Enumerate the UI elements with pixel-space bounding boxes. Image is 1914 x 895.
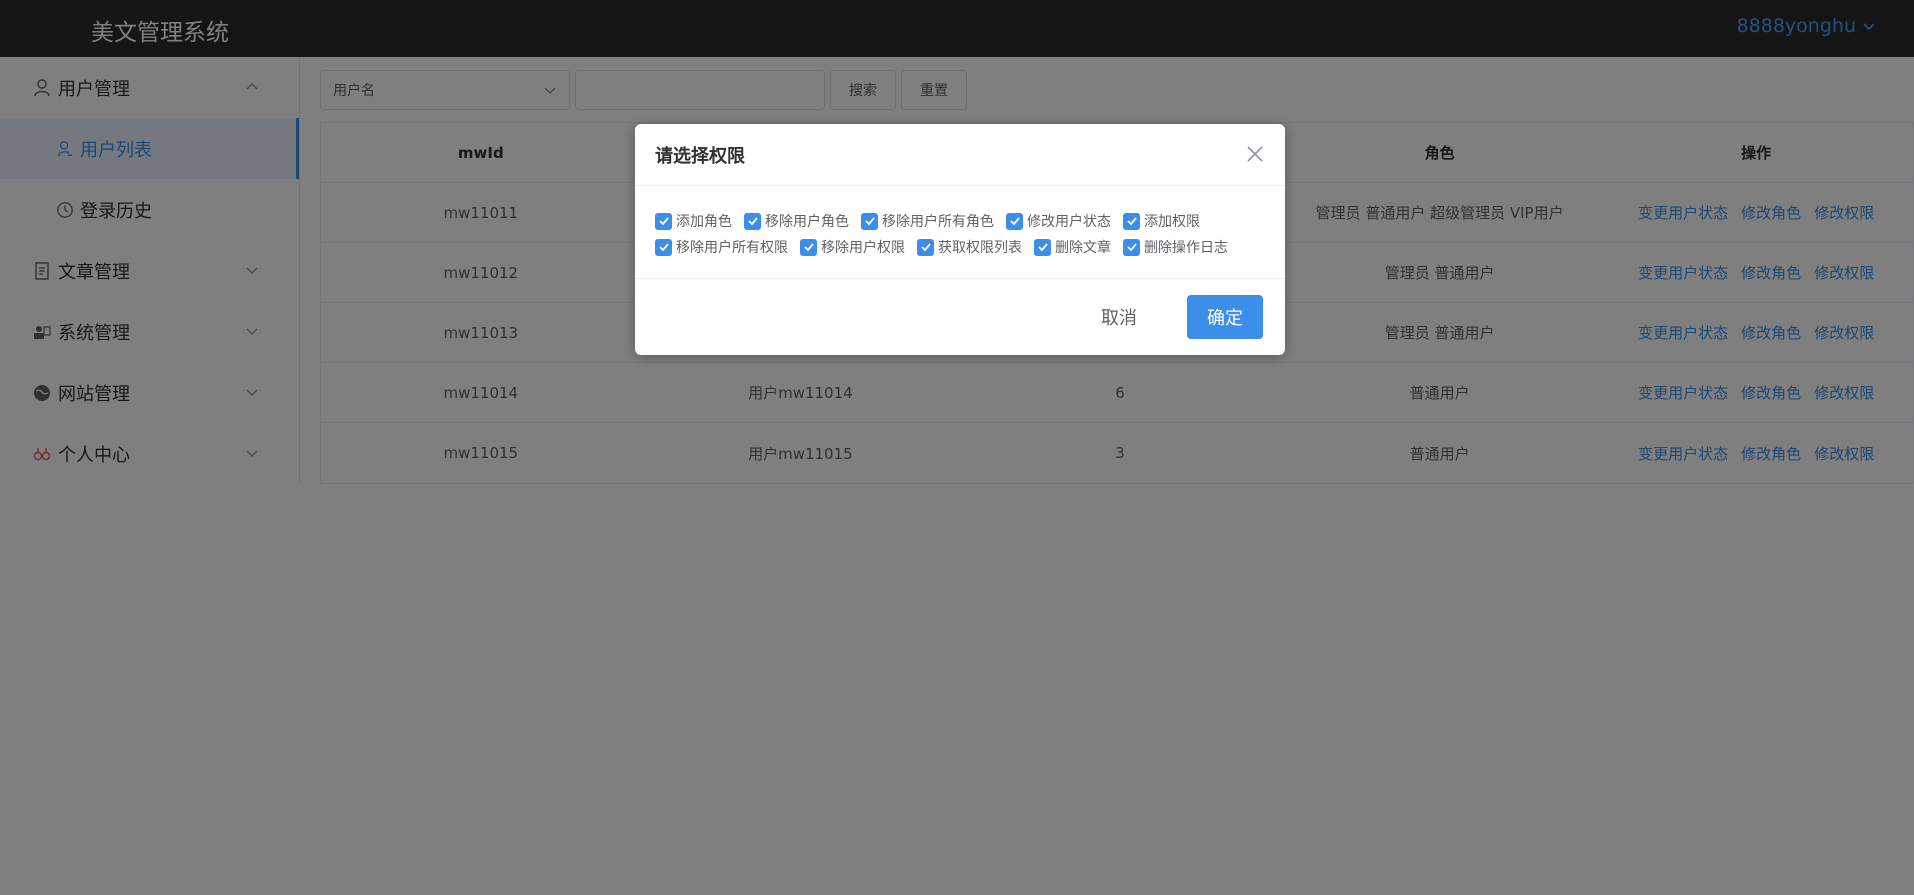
checkbox-checked-icon[interactable] bbox=[655, 212, 672, 230]
permission-checkbox[interactable]: 删除文章 bbox=[1034, 237, 1111, 257]
permission-checkbox[interactable]: 移除用户所有角色 bbox=[861, 211, 994, 231]
checkbox-checked-icon[interactable] bbox=[800, 238, 817, 256]
checkbox-checked-icon[interactable] bbox=[861, 212, 878, 230]
checkbox-checked-icon[interactable] bbox=[1123, 238, 1140, 256]
permission-checkbox[interactable]: 获取权限列表 bbox=[917, 237, 1022, 257]
dialog-header: 请选择权限 bbox=[635, 124, 1285, 186]
permission-label: 移除用户所有权限 bbox=[676, 240, 788, 256]
checkbox-checked-icon[interactable] bbox=[744, 212, 761, 230]
permission-label: 移除用户权限 bbox=[821, 240, 905, 256]
checkbox-checked-icon[interactable] bbox=[1123, 212, 1140, 230]
permission-checkbox[interactable]: 添加角色 bbox=[655, 211, 732, 231]
permission-list: 添加角色 移除用户角色 移除用户所有角色 修改用户状态 添加权限 移除用户所有权… bbox=[655, 211, 1275, 257]
permission-label: 删除文章 bbox=[1055, 240, 1111, 256]
permission-label: 获取权限列表 bbox=[938, 240, 1022, 256]
checkbox-checked-icon[interactable] bbox=[655, 238, 672, 256]
permission-label: 删除操作日志 bbox=[1144, 240, 1228, 256]
permission-checkbox[interactable]: 移除用户角色 bbox=[744, 211, 849, 231]
dialog-title: 请选择权限 bbox=[655, 146, 745, 167]
cancel-button[interactable]: 取消 bbox=[1083, 295, 1155, 339]
permission-checkbox[interactable]: 删除操作日志 bbox=[1123, 237, 1228, 257]
close-icon[interactable] bbox=[1245, 144, 1265, 164]
dialog-footer: 取消 确定 bbox=[635, 279, 1285, 355]
permission-checkbox[interactable]: 修改用户状态 bbox=[1006, 211, 1111, 231]
permission-dialog: 请选择权限 添加角色 移除用户角色 移除用户所有角色 修改用户状态 添加权限 移… bbox=[635, 124, 1285, 355]
checkbox-checked-icon[interactable] bbox=[1006, 212, 1023, 230]
permission-checkbox[interactable]: 添加权限 bbox=[1123, 211, 1200, 231]
confirm-button[interactable]: 确定 bbox=[1187, 295, 1263, 339]
permission-checkbox[interactable]: 移除用户权限 bbox=[800, 237, 905, 257]
checkbox-checked-icon[interactable] bbox=[1034, 238, 1051, 256]
permission-checkbox[interactable]: 移除用户所有权限 bbox=[655, 237, 788, 257]
checkbox-checked-icon[interactable] bbox=[917, 238, 934, 256]
permission-label: 添加角色 bbox=[676, 214, 732, 230]
permission-label: 移除用户角色 bbox=[765, 214, 849, 230]
permission-label: 添加权限 bbox=[1144, 214, 1200, 230]
permission-label: 移除用户所有角色 bbox=[882, 214, 994, 230]
dialog-body: 添加角色 移除用户角色 移除用户所有角色 修改用户状态 添加权限 移除用户所有权… bbox=[635, 186, 1285, 279]
permission-label: 修改用户状态 bbox=[1027, 214, 1111, 230]
